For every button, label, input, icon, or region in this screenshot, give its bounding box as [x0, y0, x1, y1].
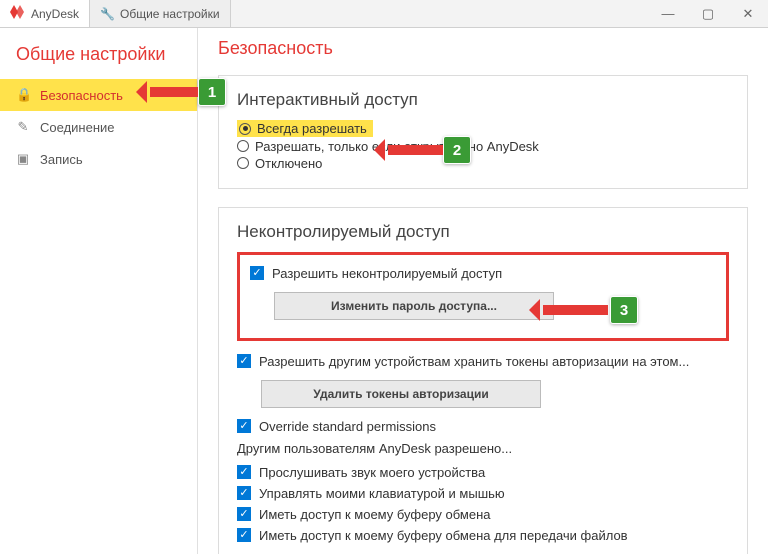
checkbox-allow-unattended[interactable]: Разрешить неконтролируемый доступ [250, 263, 716, 284]
close-button[interactable]: ✕ [728, 0, 768, 27]
radio-disabled[interactable]: Отключено [237, 155, 729, 172]
sidebar-item-connection[interactable]: ✎ Соединение [0, 111, 197, 143]
change-password-button[interactable]: Изменить пароль доступа... [274, 292, 554, 320]
checkbox-perm-clipboard-files[interactable]: Иметь доступ к моему буферу обмена для п… [237, 525, 729, 546]
radio-label: Разрешать, только если открыто окно AnyD… [255, 139, 539, 154]
callout-password-box: Разрешить неконтролируемый доступ Измени… [237, 252, 729, 341]
checkbox-allow-tokens[interactable]: Разрешить другим устройствам хранить ток… [237, 351, 729, 372]
anydesk-logo-icon [10, 5, 26, 22]
sidebar-item-label: Соединение [40, 120, 115, 135]
sidebar-item-recording[interactable]: ▣ Запись [0, 143, 197, 175]
radio-window-open[interactable]: Разрешать, только если открыто окно AnyD… [237, 138, 729, 155]
radio-icon [237, 157, 249, 169]
link-icon: ✎ [16, 119, 30, 135]
tab-anydesk[interactable]: AnyDesk [0, 0, 90, 27]
checkbox-label: Override standard permissions [259, 419, 436, 434]
checkbox-perm-audio[interactable]: Прослушивать звук моего устройства [237, 462, 729, 483]
checkbox-icon [250, 266, 264, 280]
checkbox-override-permissions[interactable]: Override standard permissions [237, 416, 729, 437]
checkbox-icon [237, 465, 251, 479]
titlebar: AnyDesk 🔧 Общие настройки — ▢ ✕ [0, 0, 768, 28]
record-icon: ▣ [16, 151, 30, 167]
tab-label: AnyDesk [31, 7, 79, 21]
radio-icon [237, 140, 249, 152]
radio-always-allow[interactable]: Всегда разрешать [237, 120, 373, 137]
checkbox-label: Разрешить другим устройствам хранить ток… [259, 354, 689, 369]
checkbox-icon [237, 419, 251, 433]
checkbox-perm-input[interactable]: Управлять моими клавиатурой и мышью [237, 483, 729, 504]
sidebar-item-label: Безопасность [40, 88, 123, 103]
permissions-note: Другим пользователям AnyDesk разрешено..… [237, 437, 729, 462]
sidebar-title: Общие настройки [0, 38, 197, 79]
section-title: Интерактивный доступ [237, 90, 729, 110]
checkbox-icon [237, 528, 251, 542]
lock-icon: 🔒 [16, 87, 30, 103]
radio-label: Всегда разрешать [257, 121, 367, 136]
checkbox-label: Разрешить неконтролируемый доступ [272, 266, 502, 281]
section-interactive-access: Интерактивный доступ Всегда разрешать Ра… [218, 75, 748, 189]
wrench-icon: 🔧 [100, 7, 115, 21]
content-area: Безопасность Интерактивный доступ Всегда… [198, 28, 768, 554]
checkbox-perm-clipboard[interactable]: Иметь доступ к моему буферу обмена [237, 504, 729, 525]
radio-icon [239, 123, 251, 135]
page-title: Безопасность [218, 38, 748, 59]
checkbox-label: Иметь доступ к моему буферу обмена [259, 507, 490, 522]
delete-tokens-button[interactable]: Удалить токены авторизации [261, 380, 541, 408]
checkbox-label: Управлять моими клавиатурой и мышью [259, 486, 505, 501]
checkbox-label: Прослушивать звук моего устройства [259, 465, 485, 480]
tab-label: Общие настройки [120, 7, 220, 21]
checkbox-icon [237, 486, 251, 500]
section-title: Неконтролируемый доступ [237, 222, 729, 242]
minimize-button[interactable]: — [648, 0, 688, 27]
sidebar-item-security[interactable]: 🔒 Безопасность [0, 79, 197, 111]
radio-label: Отключено [255, 156, 322, 171]
sidebar: Общие настройки 🔒 Безопасность ✎ Соедине… [0, 28, 198, 554]
section-unattended-access: Неконтролируемый доступ Разрешить неконт… [218, 207, 748, 554]
checkbox-icon [237, 354, 251, 368]
checkbox-icon [237, 507, 251, 521]
sidebar-item-label: Запись [40, 152, 83, 167]
checkbox-label: Иметь доступ к моему буферу обмена для п… [259, 528, 628, 543]
maximize-button[interactable]: ▢ [688, 0, 728, 27]
tab-settings[interactable]: 🔧 Общие настройки [90, 0, 231, 27]
